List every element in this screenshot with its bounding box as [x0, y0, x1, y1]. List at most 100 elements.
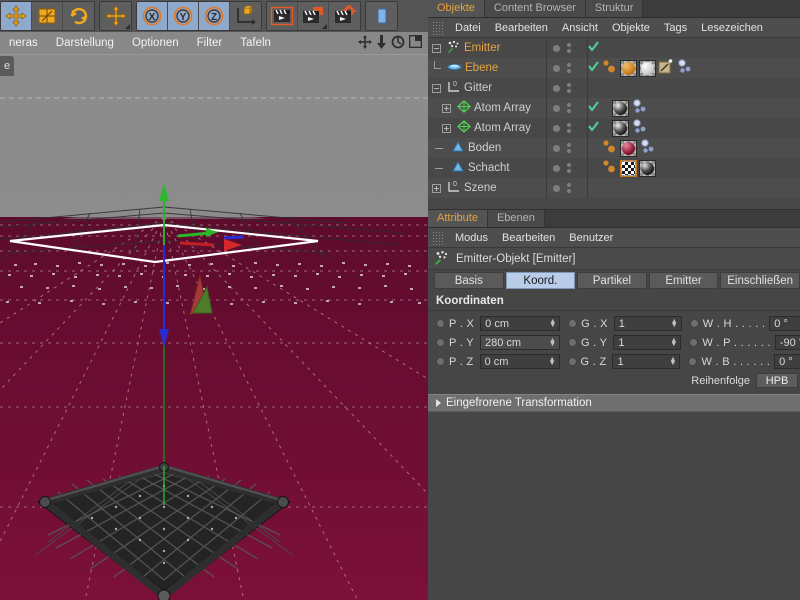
panel-grip-icon[interactable]: [432, 230, 445, 245]
tag-dynamics-icon[interactable]: [602, 158, 618, 178]
move-tool-button[interactable]: [1, 2, 32, 30]
size-y-radio[interactable]: [567, 338, 577, 347]
toggle-layout-icon[interactable]: [408, 34, 423, 51]
rotation-b-input[interactable]: 0 °: [774, 354, 800, 369]
object-manager-tree[interactable]: Emitter Ebene 0 Gitter Atom Array Atom A…: [428, 38, 800, 210]
render-visibility-dots[interactable]: [567, 63, 571, 73]
object-row-schacht[interactable]: Schacht: [428, 158, 800, 178]
position-z-spinner[interactable]: ▲ ▼: [549, 356, 557, 367]
tag-texture-restriction-icon[interactable]: [658, 58, 674, 78]
tree-expander-emitter[interactable]: [428, 43, 444, 53]
render-to-picture-viewer-button[interactable]: [298, 2, 329, 30]
size-z-radio[interactable]: [567, 357, 577, 366]
object-visibility-dots-schacht[interactable]: [546, 158, 588, 178]
tag-collider-icon[interactable]: [631, 98, 648, 118]
lock-z-axis-button[interactable]: Z: [199, 2, 230, 30]
om-menu-lesezeichen[interactable]: Lesezeichen: [694, 18, 770, 38]
dolly-view-icon[interactable]: [376, 34, 387, 52]
tag-material-red[interactable]: [620, 139, 637, 157]
editor-visibility-dot[interactable]: [553, 124, 560, 132]
viewmenu-darstellung[interactable]: Darstellung: [47, 32, 123, 54]
viewmenu-optionen[interactable]: Optionen: [123, 32, 188, 54]
scale-tool-button[interactable]: [32, 2, 63, 30]
rotation-h-radio[interactable]: [689, 319, 699, 328]
lock-y-axis-button[interactable]: Y: [168, 2, 199, 30]
size-x-input[interactable]: 1 ▲ ▼: [613, 316, 682, 331]
render-visibility-dots[interactable]: [567, 123, 571, 133]
tag-collider-icon[interactable]: [631, 118, 648, 138]
panel-grip-icon[interactable]: [432, 20, 445, 35]
object-row-boden[interactable]: Boden: [428, 138, 800, 158]
enable-check-atom-array-1[interactable]: [588, 101, 600, 115]
object-visibility-dots-boden[interactable]: [546, 138, 588, 158]
tag-material-checker[interactable]: [620, 159, 637, 177]
object-visibility-dots-atom-array-1[interactable]: [546, 98, 588, 118]
object-visibility-dots-atom-array-2[interactable]: [546, 118, 588, 138]
tree-expander-szene[interactable]: [428, 183, 444, 193]
tab-content-browser[interactable]: Content Browser: [484, 0, 586, 17]
tab-objekte[interactable]: Objekte: [428, 0, 485, 17]
object-visibility-dots-emitter[interactable]: [546, 38, 588, 58]
om-menu-tags[interactable]: Tags: [657, 18, 694, 38]
tab-attribute[interactable]: Attribute: [428, 209, 488, 227]
object-visibility-dots-szene[interactable]: [546, 178, 588, 198]
object-row-atom-array-2[interactable]: Atom Array: [428, 118, 800, 138]
am-menu-modus[interactable]: Modus: [448, 228, 495, 248]
size-z-spinner[interactable]: ▲ ▼: [670, 356, 678, 367]
tag-material-orange[interactable]: [620, 59, 637, 77]
rotate-tool-button[interactable]: [63, 2, 94, 30]
object-row-gitter[interactable]: 0 Gitter: [428, 78, 800, 98]
am-menu-benutzer[interactable]: Benutzer: [562, 228, 620, 248]
object-visibility-dots-ebene[interactable]: [546, 58, 588, 78]
axis-move-tool-button[interactable]: [100, 2, 131, 30]
rotation-h-input[interactable]: 0 °: [769, 316, 800, 331]
position-z-input[interactable]: 0 cm ▲ ▼: [479, 354, 560, 369]
attr-tab-koord[interactable]: Koord.: [505, 272, 576, 289]
tree-expander-atom-array-2[interactable]: [438, 123, 454, 133]
pan-view-icon[interactable]: [358, 34, 372, 52]
editor-visibility-dot[interactable]: [553, 64, 560, 72]
rotation-order-dropdown[interactable]: HPB: [756, 373, 798, 388]
render-visibility-dots[interactable]: [567, 43, 571, 53]
position-y-input[interactable]: 280 cm ▲ ▼: [479, 335, 560, 350]
size-y-input[interactable]: 1 ▲ ▼: [613, 335, 682, 350]
object-row-emitter[interactable]: Emitter: [428, 38, 800, 58]
om-menu-ansicht[interactable]: Ansicht: [555, 18, 605, 38]
tag-material-black[interactable]: [639, 159, 656, 177]
om-menu-bearbeiten[interactable]: Bearbeiten: [488, 18, 555, 38]
size-x-radio[interactable]: [568, 319, 578, 328]
tag-collider-icon[interactable]: [676, 58, 693, 78]
position-y-spinner[interactable]: ▲ ▼: [549, 337, 557, 348]
tag-dynamics-icon[interactable]: [602, 138, 618, 158]
attr-tab-partikel[interactable]: Partikel: [577, 272, 647, 289]
tag-material-black[interactable]: [612, 119, 629, 137]
editor-visibility-dot[interactable]: [553, 44, 560, 52]
position-x-spinner[interactable]: ▲ ▼: [549, 318, 557, 329]
editor-visibility-dot[interactable]: [553, 84, 560, 92]
object-row-szene[interactable]: 0 Szene: [428, 178, 800, 198]
enable-check-ebene[interactable]: [588, 61, 600, 75]
enable-check-emitter[interactable]: [588, 41, 600, 55]
size-z-input[interactable]: 1 ▲ ▼: [612, 354, 681, 369]
size-y-spinner[interactable]: ▲ ▼: [670, 337, 678, 348]
position-x-radio[interactable]: [436, 319, 445, 328]
rotation-p-radio[interactable]: [689, 338, 699, 347]
render-view-button[interactable]: [267, 2, 298, 30]
tag-material-white[interactable]: [639, 59, 656, 77]
tree-expander-atom-array-1[interactable]: [438, 103, 454, 113]
editor-visibility-dot[interactable]: [553, 144, 560, 152]
render-visibility-dots[interactable]: [567, 183, 571, 193]
cube-primitive-button[interactable]: [366, 2, 397, 30]
om-menu-objekte[interactable]: Objekte: [605, 18, 657, 38]
editor-visibility-dot[interactable]: [553, 104, 560, 112]
om-menu-datei[interactable]: Datei: [448, 18, 488, 38]
attr-tab-einschliessen[interactable]: Einschließen: [720, 272, 800, 289]
viewmenu-filter[interactable]: Filter: [188, 32, 232, 54]
enable-check-atom-array-2[interactable]: [588, 121, 600, 135]
size-x-spinner[interactable]: ▲ ▼: [671, 318, 679, 329]
viewmenu-tafeln[interactable]: Tafeln: [231, 32, 280, 54]
render-visibility-dots[interactable]: [567, 83, 571, 93]
position-y-radio[interactable]: [436, 338, 445, 347]
tab-struktur[interactable]: Struktur: [585, 0, 644, 17]
world-object-coordinates-button[interactable]: [230, 2, 261, 30]
